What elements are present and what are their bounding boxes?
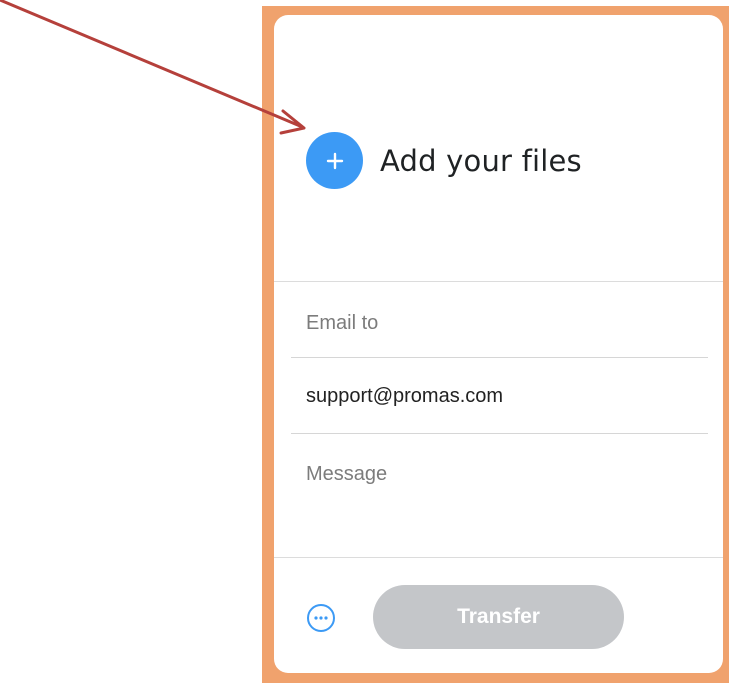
divider <box>291 433 708 434</box>
add-files-circle[interactable] <box>306 132 363 189</box>
plus-icon <box>326 152 343 169</box>
add-files-label: Add your files <box>380 143 582 178</box>
more-options-button[interactable] <box>307 604 335 632</box>
divider <box>274 557 723 558</box>
divider <box>291 357 708 358</box>
more-options-icon <box>314 616 328 620</box>
message-input[interactable]: Message <box>306 463 387 486</box>
divider <box>274 281 723 282</box>
email-recipient-field[interactable]: support@promas.com <box>306 385 503 408</box>
screenshot-canvas: Add your files Email to support@promas.c… <box>0 0 729 683</box>
upload-card: Add your files Email to support@promas.c… <box>274 15 723 673</box>
email-to-input[interactable]: Email to <box>306 312 378 335</box>
add-files-button[interactable]: Add your files <box>306 132 582 189</box>
transfer-button[interactable]: Transfer <box>373 585 624 649</box>
